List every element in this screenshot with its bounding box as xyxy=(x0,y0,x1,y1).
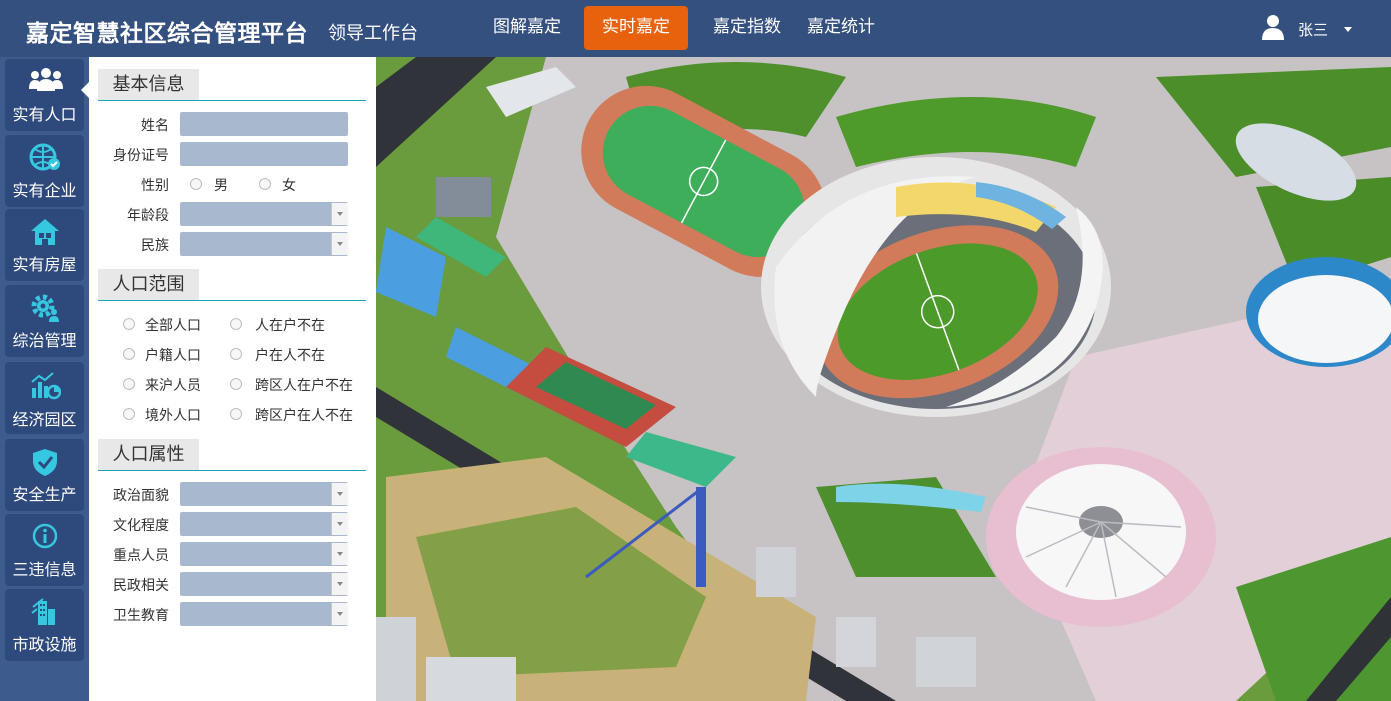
age-group-label: 年龄段 xyxy=(127,208,169,224)
gender-radio-female[interactable] xyxy=(259,178,271,190)
scope-option-label: 全部人口 xyxy=(145,318,201,334)
name-label: 姓名 xyxy=(141,118,169,134)
dropdown-arrow-icon[interactable] xyxy=(331,233,348,255)
section-title: 基本信息 xyxy=(98,69,199,100)
political-status-select[interactable] xyxy=(180,482,348,506)
civil-affairs-label: 民政相关 xyxy=(113,578,169,594)
user-menu[interactable]: 张三 xyxy=(1262,14,1353,44)
dropdown-arrow-icon[interactable] xyxy=(331,483,348,505)
education-select[interactable] xyxy=(180,512,348,536)
nav-tab-statistics[interactable]: 嘉定统计 xyxy=(794,6,888,50)
globe-enterprise-icon xyxy=(29,143,61,173)
sidebar-item-municipal[interactable]: 市政设施 xyxy=(5,589,84,661)
top-header: 嘉定智慧社区综合管理平台 领导工作台 图解嘉定 实时嘉定 嘉定指数 嘉定统计 张… xyxy=(0,0,1391,57)
building-icon xyxy=(29,597,61,627)
health-education-select[interactable] xyxy=(180,602,348,626)
sidebar-item-label: 市政设施 xyxy=(12,635,77,654)
id-number-label: 身份证号 xyxy=(113,148,169,164)
section-basic-info: 基本信息 xyxy=(98,69,366,101)
scope-option-label: 境外人口 xyxy=(145,408,201,424)
scope-option-label: 跨区户在人不在 xyxy=(255,408,353,424)
health-education-label: 卫生教育 xyxy=(113,608,169,624)
sidebar-item-enterprise[interactable]: 实有企业 xyxy=(5,135,84,207)
scope-radio-all[interactable] xyxy=(123,318,135,330)
map-illustration xyxy=(376,57,1391,701)
scope-radio-cross-district-person[interactable] xyxy=(230,378,242,390)
ethnicity-label: 民族 xyxy=(141,238,169,254)
brand-title: 嘉定智慧社区综合管理平台 xyxy=(26,21,308,47)
sidebar-item-label: 三违信息 xyxy=(12,560,77,579)
sidebar-item-label: 实有房屋 xyxy=(12,255,77,274)
scope-radio-registered[interactable] xyxy=(123,348,135,360)
scope-option-label: 跨区人在户不在 xyxy=(255,378,353,394)
gender-radio-male[interactable] xyxy=(190,178,202,190)
id-number-input[interactable] xyxy=(180,142,348,166)
sidebar-item-housing[interactable]: 实有房屋 xyxy=(5,209,84,281)
scope-radio-cross-district-hukou[interactable] xyxy=(230,408,242,420)
map-view[interactable] xyxy=(376,57,1391,701)
sidebar-item-label: 综治管理 xyxy=(12,331,77,350)
house-icon xyxy=(29,217,61,247)
nav-tab-illustrated[interactable]: 图解嘉定 xyxy=(480,6,574,50)
chart-icon xyxy=(29,370,62,400)
section-title: 人口属性 xyxy=(98,439,199,470)
gear-person-icon xyxy=(29,293,61,323)
sidebar-item-label: 实有企业 xyxy=(12,181,77,200)
age-group-select[interactable] xyxy=(180,202,348,226)
sidebar-item-population[interactable]: 实有人口 xyxy=(5,59,84,131)
sidebar-item-governance[interactable]: 综治管理 xyxy=(5,285,84,357)
scope-radio-overseas[interactable] xyxy=(123,408,135,420)
section-title: 人口范围 xyxy=(98,269,199,300)
dropdown-arrow-icon[interactable] xyxy=(331,543,348,565)
active-indicator-arrow xyxy=(81,81,90,99)
name-input[interactable] xyxy=(180,112,348,136)
user-avatar-icon xyxy=(1262,14,1284,44)
nav-tab-index[interactable]: 嘉定指数 xyxy=(700,6,794,50)
people-icon xyxy=(29,67,63,97)
scope-option-label: 户籍人口 xyxy=(145,348,201,364)
nav-tab-realtime[interactable]: 实时嘉定 xyxy=(584,6,688,50)
key-person-label: 重点人员 xyxy=(113,548,169,564)
gender-option-label: 男 xyxy=(214,178,228,194)
dropdown-arrow-icon[interactable] xyxy=(331,603,348,625)
scope-option-label: 户在人不在 xyxy=(255,348,325,364)
gender-label: 性别 xyxy=(141,178,169,194)
scope-option-label: 人在户不在 xyxy=(255,318,325,334)
sidebar-item-label: 安全生产 xyxy=(12,485,77,504)
sidebar: 实有人口 实有企业 实有房屋 综治管理 经济园区 安全生产 三违信息 市政设施 xyxy=(0,57,89,701)
info-icon xyxy=(29,522,61,552)
sidebar-item-violations[interactable]: 三违信息 xyxy=(5,514,84,586)
brand-subtitle: 领导工作台 xyxy=(328,23,418,44)
sidebar-item-label: 实有人口 xyxy=(12,105,77,124)
scope-radio-migrant[interactable] xyxy=(123,378,135,390)
user-name: 张三 xyxy=(1298,20,1329,39)
ethnicity-select[interactable] xyxy=(180,232,348,256)
shield-icon xyxy=(29,447,61,477)
section-population-scope: 人口范围 xyxy=(98,269,366,301)
civil-affairs-select[interactable] xyxy=(180,572,348,596)
political-status-label: 政治面貌 xyxy=(113,488,169,504)
dropdown-arrow-icon[interactable] xyxy=(331,513,348,535)
sidebar-item-safety[interactable]: 安全生产 xyxy=(5,439,84,511)
gender-option-label: 女 xyxy=(282,178,296,194)
education-label: 文化程度 xyxy=(113,518,169,534)
dropdown-arrow-icon[interactable] xyxy=(331,203,348,225)
sidebar-item-label: 经济园区 xyxy=(12,410,77,429)
scope-option-label: 来沪人员 xyxy=(145,378,201,394)
section-population-attributes: 人口属性 xyxy=(98,439,366,471)
scope-radio-hukou-not-person[interactable] xyxy=(230,348,242,360)
main-nav: 图解嘉定 实时嘉定 嘉定指数 嘉定统计 xyxy=(480,6,888,50)
chevron-down-icon[interactable] xyxy=(1344,26,1353,32)
dropdown-arrow-icon[interactable] xyxy=(331,573,348,595)
filter-panel: 基本信息 姓名 身份证号 性别 男 女 年龄段 民族 人口范围 全部人口 人在户… xyxy=(89,57,376,701)
key-person-select[interactable] xyxy=(180,542,348,566)
sidebar-item-economic-park[interactable]: 经济园区 xyxy=(5,362,84,434)
scope-radio-person-not-hukou[interactable] xyxy=(230,318,242,330)
